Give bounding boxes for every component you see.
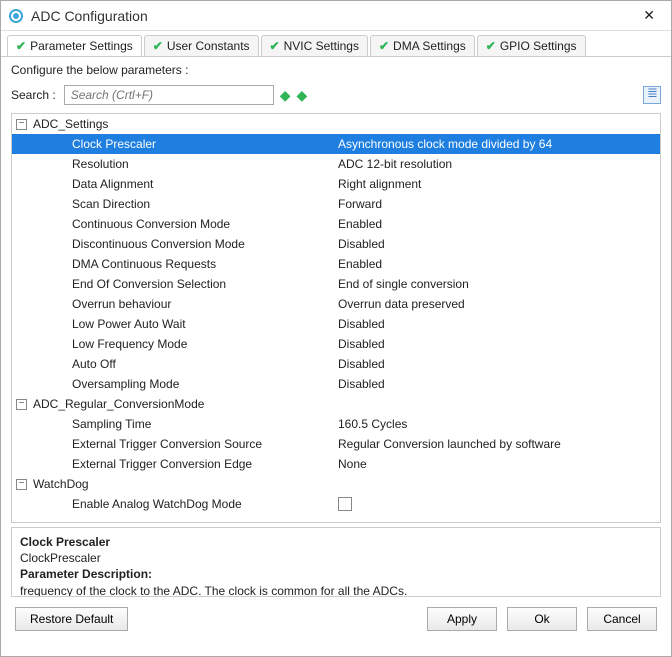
button-row: Restore Default Apply Ok Cancel	[1, 597, 671, 641]
tab-label: User Constants	[167, 39, 250, 53]
param-val: None	[332, 457, 660, 471]
param-row[interactable]: Oversampling ModeDisabled	[12, 374, 660, 394]
app-icon	[9, 9, 23, 23]
param-row[interactable]: DMA Continuous RequestsEnabled	[12, 254, 660, 274]
tab-label: NVIC Settings	[284, 39, 359, 53]
param-key: Data Alignment	[12, 177, 332, 191]
param-row[interactable]: Enable Analog WatchDog Mode	[12, 494, 660, 517]
parameter-tree[interactable]: − ADC_Settings Clock PrescalerAsynchrono…	[11, 113, 661, 523]
param-val: Disabled	[332, 237, 660, 251]
param-row[interactable]: External Trigger Conversion EdgeNone	[12, 454, 660, 474]
param-key: Clock Prescaler	[12, 137, 332, 151]
param-row[interactable]: Data AlignmentRight alignment	[12, 174, 660, 194]
list-view-button[interactable]	[643, 86, 661, 104]
tab-user-constants[interactable]: ✔ User Constants	[144, 35, 259, 56]
param-row[interactable]: End Of Conversion SelectionEnd of single…	[12, 274, 660, 294]
group-label: WatchDog	[33, 477, 89, 491]
desc-internal-name: ClockPrescaler	[20, 551, 101, 565]
check-icon: ✔	[153, 39, 163, 53]
param-val: Enabled	[332, 217, 660, 231]
param-key: Overrun behaviour	[12, 297, 332, 311]
param-row[interactable]: External Trigger Conversion SourceRegula…	[12, 434, 660, 454]
tab-label: Parameter Settings	[30, 39, 133, 53]
check-icon: ✔	[379, 39, 389, 53]
collapse-icon[interactable]: −	[16, 479, 27, 490]
check-icon: ✔	[16, 39, 26, 53]
param-key: Scan Direction	[12, 197, 332, 211]
param-val: Enabled	[332, 257, 660, 271]
param-row[interactable]: Scan DirectionForward	[12, 194, 660, 214]
param-row[interactable]: Continuous Conversion ModeEnabled	[12, 214, 660, 234]
group-watchdog[interactable]: − WatchDog	[12, 474, 660, 494]
desc-text: frequency of the clock to the ADC. The c…	[20, 584, 407, 597]
watchdog-checkbox[interactable]	[338, 497, 352, 511]
tab-label: GPIO Settings	[500, 39, 577, 53]
param-row[interactable]: Auto OffDisabled	[12, 354, 660, 374]
param-key: Enable Analog WatchDog Mode	[12, 497, 332, 514]
tab-parameter-settings[interactable]: ✔ Parameter Settings	[7, 35, 142, 56]
param-val: Forward	[332, 197, 660, 211]
group-label: ADC_Settings	[33, 117, 108, 131]
param-key: Sampling Time	[12, 417, 332, 431]
param-key: Low Power Auto Wait	[12, 317, 332, 331]
param-row[interactable]: ResolutionADC 12-bit resolution	[12, 154, 660, 174]
param-val: Disabled	[332, 357, 660, 371]
param-val: ADC 12-bit resolution	[332, 157, 660, 171]
param-key: Continuous Conversion Mode	[12, 217, 332, 231]
param-key: Discontinuous Conversion Mode	[12, 237, 332, 251]
close-icon[interactable]: ✕	[635, 3, 663, 28]
search-row: Search : ◆ ◆	[1, 81, 671, 113]
group-regular-conversion[interactable]: − ADC_Regular_ConversionMode	[12, 394, 660, 414]
collapse-icon[interactable]: −	[16, 119, 27, 130]
search-label: Search :	[11, 88, 56, 102]
param-val: Regular Conversion launched by software	[332, 437, 660, 451]
param-key: End Of Conversion Selection	[12, 277, 332, 291]
window-title: ADC Configuration	[31, 8, 635, 24]
restore-default-button[interactable]: Restore Default	[15, 607, 128, 631]
cancel-button[interactable]: Cancel	[587, 607, 657, 631]
desc-title: Clock Prescaler	[20, 535, 110, 549]
group-adc-settings[interactable]: − ADC_Settings	[12, 114, 660, 134]
check-icon: ✔	[270, 39, 280, 53]
param-row[interactable]: Overrun behaviourOverrun data preserved	[12, 294, 660, 314]
tab-nvic-settings[interactable]: ✔ NVIC Settings	[261, 35, 368, 56]
param-val: 160.5 Cycles	[332, 417, 660, 431]
param-key: Resolution	[12, 157, 332, 171]
param-val[interactable]	[332, 497, 660, 514]
param-val: Right alignment	[332, 177, 660, 191]
collapse-icon[interactable]: −	[16, 399, 27, 410]
param-key: Low Frequency Mode	[12, 337, 332, 351]
check-icon: ✔	[486, 39, 496, 53]
tab-label: DMA Settings	[393, 39, 466, 53]
param-row[interactable]: Discontinuous Conversion ModeDisabled	[12, 234, 660, 254]
param-row[interactable]: Sampling Time160.5 Cycles	[12, 414, 660, 434]
param-val: Disabled	[332, 377, 660, 391]
param-row-clock-prescaler[interactable]: Clock PrescalerAsynchronous clock mode d…	[12, 134, 660, 154]
param-val: Asynchronous clock mode divided by 64	[332, 137, 660, 151]
param-key: DMA Continuous Requests	[12, 257, 332, 271]
search-next-icon[interactable]: ◆	[280, 87, 291, 104]
param-key: Oversampling Mode	[12, 377, 332, 391]
apply-button[interactable]: Apply	[427, 607, 497, 631]
titlebar: ADC Configuration ✕	[1, 1, 671, 31]
param-row[interactable]: Low Frequency ModeDisabled	[12, 334, 660, 354]
param-val: Disabled	[332, 337, 660, 351]
param-val: End of single conversion	[332, 277, 660, 291]
search-input[interactable]	[64, 85, 274, 105]
param-key: External Trigger Conversion Edge	[12, 457, 332, 471]
tab-dma-settings[interactable]: ✔ DMA Settings	[370, 35, 475, 56]
description-panel[interactable]: Clock Prescaler ClockPrescaler Parameter…	[11, 527, 661, 597]
group-label: ADC_Regular_ConversionMode	[33, 397, 204, 411]
param-val: Disabled	[332, 317, 660, 331]
tab-bar: ✔ Parameter Settings ✔ User Constants ✔ NVI…	[1, 31, 671, 56]
ok-button[interactable]: Ok	[507, 607, 577, 631]
param-key: Auto Off	[12, 357, 332, 371]
subtitle: Configure the below parameters :	[1, 56, 671, 81]
param-key: External Trigger Conversion Source	[12, 437, 332, 451]
tab-gpio-settings[interactable]: ✔ GPIO Settings	[477, 35, 586, 56]
param-val: Overrun data preserved	[332, 297, 660, 311]
search-prev-icon[interactable]: ◆	[296, 87, 307, 104]
param-row[interactable]: Low Power Auto WaitDisabled	[12, 314, 660, 334]
desc-heading: Parameter Description:	[20, 567, 152, 581]
